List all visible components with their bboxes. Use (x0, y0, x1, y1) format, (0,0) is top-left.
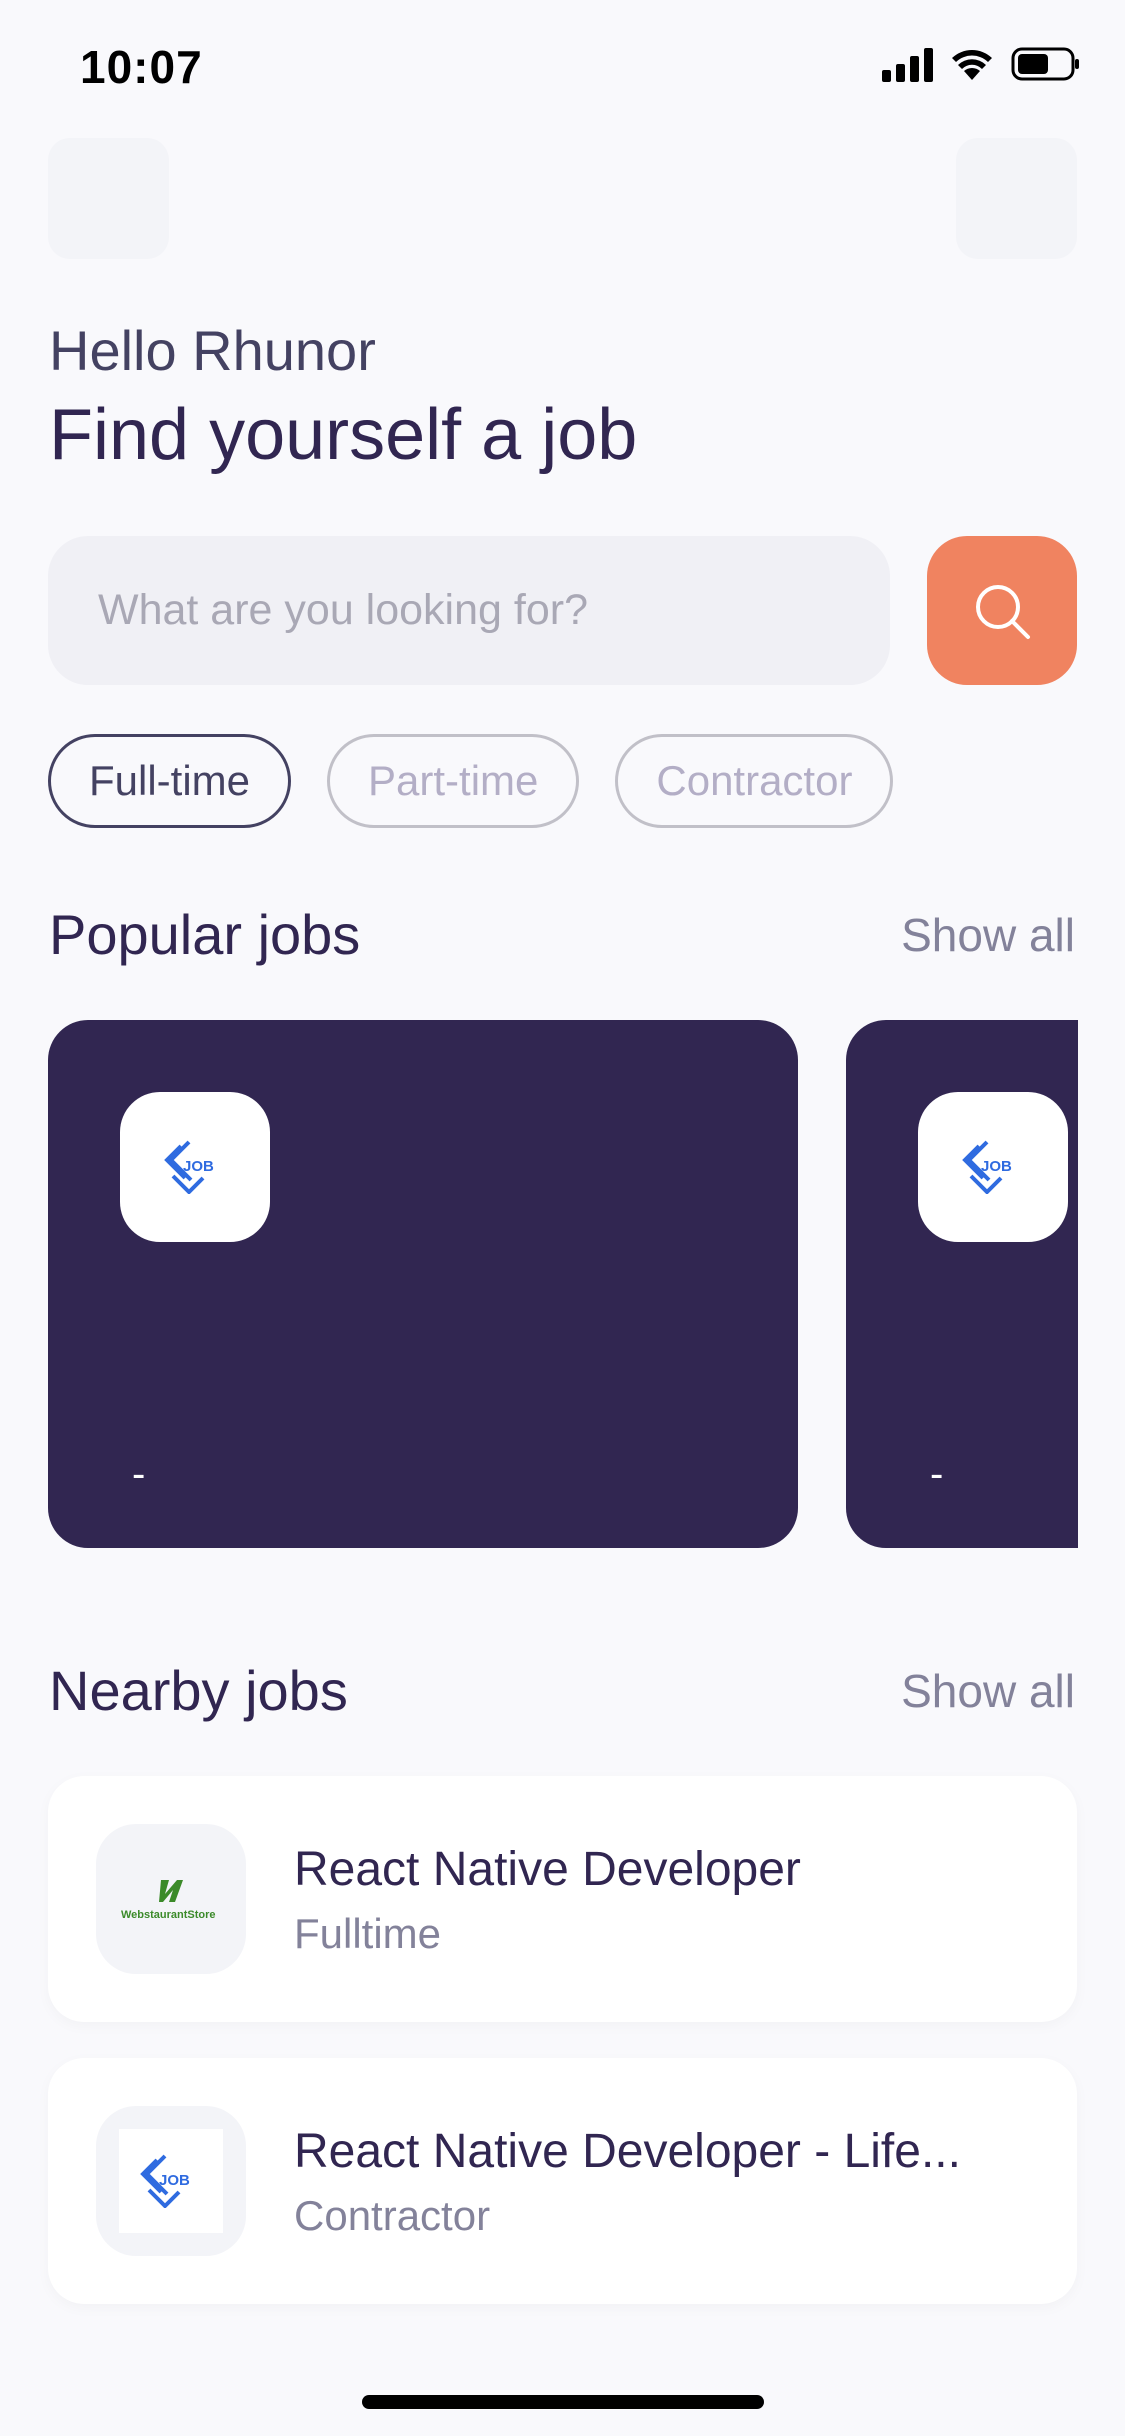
job-title: React Native Developer (294, 1843, 801, 1896)
home-indicator[interactable] (362, 2395, 764, 2409)
nearby-job-card[interactable]: JOB React Native Developer - Life... Con… (48, 2058, 1077, 2304)
job-logo-icon: JOB (962, 1140, 1012, 1194)
job-subtitle: - (930, 1452, 944, 1496)
svg-text:JOB: JOB (183, 1158, 214, 1175)
company-logo: WebstaurantStore (96, 1824, 246, 1974)
job-logo-icon: JOB (140, 2154, 190, 2208)
screen: 10:07 Hello Rhunor Find yourself a job W… (0, 0, 1125, 2436)
cellular-signal-icon (882, 46, 933, 82)
nearby-show-all-link[interactable]: Show all (901, 1664, 1075, 1718)
job-title: React Native Developer - Life... (294, 2125, 961, 2178)
wifi-icon (949, 46, 995, 82)
status-icons (882, 46, 1081, 82)
popular-job-card[interactable]: JOB - (48, 1020, 798, 1548)
svg-text:JOB: JOB (159, 2172, 190, 2189)
search-container (48, 536, 890, 685)
tab-contractor[interactable]: Contractor (615, 734, 894, 828)
search-button[interactable] (927, 536, 1077, 685)
tab-full-time[interactable]: Full-time (48, 734, 292, 828)
nearby-jobs-title: Nearby jobs (49, 1659, 348, 1722)
popular-show-all-link[interactable]: Show all (901, 908, 1075, 962)
menu-button[interactable] (48, 138, 169, 259)
popular-job-card[interactable]: JOB - (846, 1020, 1078, 1548)
popular-jobs-carousel[interactable]: JOB - JOB - (48, 1020, 1078, 1548)
company-logo: JOB (120, 1092, 270, 1242)
job-logo-icon: JOB (164, 1140, 214, 1194)
profile-button[interactable] (956, 138, 1077, 259)
svg-text:WebstaurantStore: WebstaurantStore (121, 1909, 216, 1921)
nearby-job-card[interactable]: WebstaurantStore React Native Developer … (48, 1776, 1077, 2022)
page-headline: Find yourself a job (49, 395, 638, 475)
company-logo: JOB (96, 2106, 246, 2256)
battery-icon (1011, 46, 1081, 82)
job-subtitle: - (132, 1452, 146, 1496)
search-input[interactable] (98, 586, 858, 635)
company-logo-inner: JOB (119, 2129, 223, 2233)
webstaurantstore-logo-icon: WebstaurantStore (121, 1880, 216, 1921)
search-icon (976, 584, 1030, 639)
job-type: Contractor (294, 2192, 491, 2239)
company-logo: JOB (918, 1092, 1068, 1242)
svg-text:JOB: JOB (981, 1158, 1012, 1175)
status-time: 10:07 (80, 41, 203, 93)
popular-jobs-title: Popular jobs (49, 903, 361, 966)
greeting-text: Hello Rhunor (49, 319, 376, 382)
job-type-tabs: Full-time Part-time Contractor (48, 734, 894, 828)
tab-part-time[interactable]: Part-time (327, 734, 580, 828)
job-type: Fulltime (294, 1910, 442, 1957)
